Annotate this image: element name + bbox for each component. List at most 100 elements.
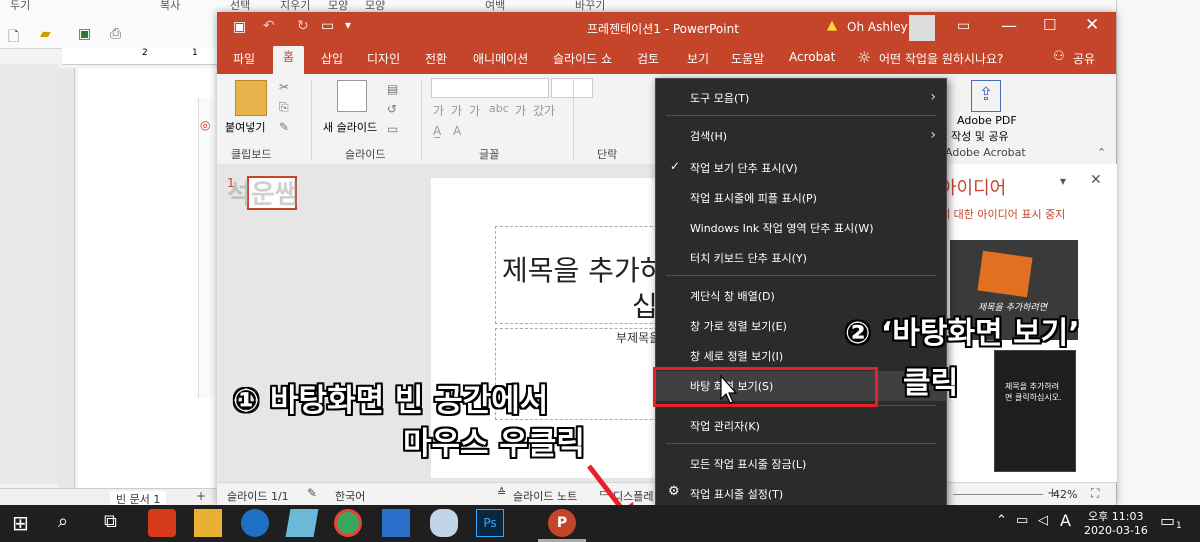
language-label[interactable]: 한국어 — [335, 488, 365, 504]
task-view-icon[interactable]: ⧉ — [104, 511, 117, 532]
app-taskbar-icon-paint[interactable] — [430, 509, 458, 537]
collapse-ribbon-icon[interactable]: ⌃ — [1097, 146, 1106, 159]
clock-date[interactable]: 2020-03-16 — [1084, 524, 1148, 537]
clock-time[interactable]: 오후 11:03 — [1088, 508, 1143, 524]
volume-icon[interactable]: ◁ — [1038, 513, 1048, 528]
new-slide-button[interactable]: 새 슬라이드 — [323, 119, 377, 135]
format-painter-icon[interactable]: ✎ — [279, 120, 289, 134]
add-tab-icon[interactable]: + — [196, 489, 206, 503]
close-icon[interactable]: ✕ — [1085, 15, 1099, 35]
strikethrough-button[interactable]: abc — [489, 102, 509, 115]
ideas-close-icon[interactable]: ✕ — [1090, 172, 1102, 188]
tab-insert[interactable]: 삽입 — [321, 50, 343, 67]
ideas-stop-link[interactable]: 에 대한 아이디어 표시 중지 — [940, 206, 1065, 222]
italic-button[interactable]: 가 — [451, 102, 462, 119]
new-doc-icon[interactable]: 🗋 — [8, 26, 19, 50]
menu-item-windows-ink[interactable]: Windows Ink 작업 영역 단추 표시(W) — [656, 213, 946, 243]
menu-item-task-manager[interactable]: 작업 관리자(K) — [656, 411, 946, 441]
ribbon-display-icon[interactable]: ▭ — [957, 18, 970, 34]
app-taskbar-icon-red[interactable] — [148, 509, 176, 537]
tell-me-search[interactable]: 어떤 작업을 원하시나요? — [879, 50, 1003, 67]
copy-icon[interactable]: ⎘ — [279, 100, 289, 115]
font-name-box[interactable] — [431, 78, 549, 98]
fit-window-icon[interactable]: ⛶ — [1091, 486, 1099, 501]
cut-icon[interactable]: ✂ — [279, 80, 289, 94]
undo-icon[interactable]: ↶ — [263, 18, 275, 34]
adobe-pdf-icon[interactable]: ⇪ — [971, 80, 1001, 112]
app-taskbar-icon-blue[interactable] — [285, 509, 319, 537]
bold-button[interactable]: 가 — [433, 102, 444, 119]
chrome-icon[interactable] — [334, 509, 362, 537]
spellcheck-icon[interactable]: ✎ — [307, 486, 317, 500]
redo-icon[interactable]: ↻ — [297, 18, 309, 34]
tab-animations[interactable]: 애니메이션 — [473, 50, 528, 67]
user-name[interactable]: Oh Ashley — [847, 20, 908, 34]
paste-button[interactable]: 붙여넣기 — [225, 119, 265, 135]
change-case-button[interactable]: 갔가 — [533, 102, 555, 119]
bg-sidebar-strip — [198, 98, 213, 398]
windows-start-icon[interactable]: ⊞ — [12, 511, 29, 535]
tab-review[interactable]: 검토 — [637, 50, 659, 67]
tab-home[interactable]: 홈 — [273, 46, 305, 74]
bg-menu-item[interactable]: 두기 — [10, 0, 30, 13]
customize-toolbar-icon[interactable]: ▾ — [345, 18, 351, 32]
idea-thumbnail-2[interactable]: 제목을 추가하려면 클릭하십시오. — [994, 350, 1076, 472]
group-label-adobe: Adobe Acrobat — [945, 146, 1026, 159]
zoom-slider[interactable] — [953, 494, 1043, 495]
annotation-step1-line1: ① 바탕화면 빈 공간에서 — [233, 383, 549, 419]
bg-menu-item[interactable]: 복사 — [160, 0, 180, 13]
app-taskbar-icon-doc[interactable] — [382, 509, 410, 537]
notification-icon[interactable]: ▭ — [1160, 511, 1175, 530]
zoom-level[interactable]: 42% — [1053, 488, 1077, 501]
menu-item-touch-keyboard[interactable]: 터치 키보드 단추 표시(Y) — [656, 243, 946, 273]
file-explorer-icon[interactable] — [194, 509, 222, 537]
minimize-icon[interactable]: — — [1001, 16, 1017, 35]
maximize-icon[interactable]: ☐ — [1043, 16, 1056, 34]
menu-item-toolbars[interactable]: 도구 모음(T) › — [656, 83, 946, 113]
ideas-collapse-icon[interactable]: ▾ — [1060, 174, 1066, 188]
notes-button[interactable]: 슬라이드 노트 — [513, 488, 577, 504]
tab-file[interactable]: 파일 — [233, 50, 255, 67]
tab-transitions[interactable]: 전환 — [425, 50, 447, 67]
chevron-right-icon: › — [930, 127, 936, 143]
paste-icon[interactable] — [235, 80, 267, 116]
font-size-box[interactable] — [551, 78, 593, 98]
tab-view[interactable]: 보기 — [687, 50, 709, 67]
edge-icon[interactable] — [241, 509, 269, 537]
font-color-icon[interactable]: A̲ — [433, 124, 441, 138]
notes-icon[interactable]: ≙ — [497, 486, 506, 499]
menu-item-label: Windows Ink 작업 영역 단추 표시(W) — [690, 222, 874, 235]
present-icon[interactable]: ▭ — [321, 18, 334, 34]
menu-item-people[interactable]: 작업 표시줄에 피플 표시(P) — [656, 183, 946, 213]
underline-button[interactable]: 가 — [469, 102, 480, 119]
section-icon[interactable]: ▭ — [387, 122, 398, 136]
reset-icon[interactable]: ↺ — [387, 102, 397, 116]
ime-indicator[interactable]: A — [1060, 511, 1071, 530]
search-icon[interactable]: ⌕ — [58, 511, 68, 532]
chevron-up-icon[interactable]: ⌃ — [996, 513, 1007, 528]
adobe-pdf-button[interactable]: Adobe PDF — [957, 114, 1017, 127]
save-icon[interactable]: ▣ — [233, 19, 246, 35]
open-folder-icon[interactable]: ▰ — [40, 26, 51, 42]
layout-icon[interactable]: ▤ — [387, 82, 398, 96]
photoshop-icon[interactable]: Ps — [476, 509, 504, 537]
menu-item-search[interactable]: 검색(H) › — [656, 121, 946, 151]
tab-slideshow[interactable]: 슬라이드 쇼 — [553, 50, 612, 67]
new-slide-icon[interactable] — [337, 80, 367, 112]
print-icon[interactable]: ⎙ — [110, 26, 121, 42]
menu-item-cascade[interactable]: 계단식 창 배열(D) — [656, 281, 946, 311]
tab-design[interactable]: 디자인 — [367, 50, 400, 67]
bg-statusbar: 빈 문서 1 + — [0, 488, 220, 507]
save-icon[interactable]: ▣ — [78, 26, 91, 42]
menu-item-lock-taskbar[interactable]: 모든 작업 표시줄 잠금(L) — [656, 449, 946, 479]
avatar[interactable] — [909, 15, 935, 41]
menu-item-label: 창 세로 정렬 보기(I) — [690, 350, 784, 363]
tab-help[interactable]: 도움말 — [731, 50, 764, 67]
char-spacing-button[interactable]: 가 — [515, 102, 526, 119]
highlight-icon[interactable]: A — [453, 124, 461, 138]
powerpoint-taskbar-icon[interactable]: P — [548, 509, 576, 537]
menu-item-task-view[interactable]: ✓ 작업 보기 단추 표시(V) — [656, 153, 946, 183]
network-icon[interactable]: ▭ — [1016, 513, 1028, 528]
share-button[interactable]: 공유 — [1073, 50, 1095, 67]
tab-acrobat[interactable]: Acrobat — [789, 50, 835, 64]
